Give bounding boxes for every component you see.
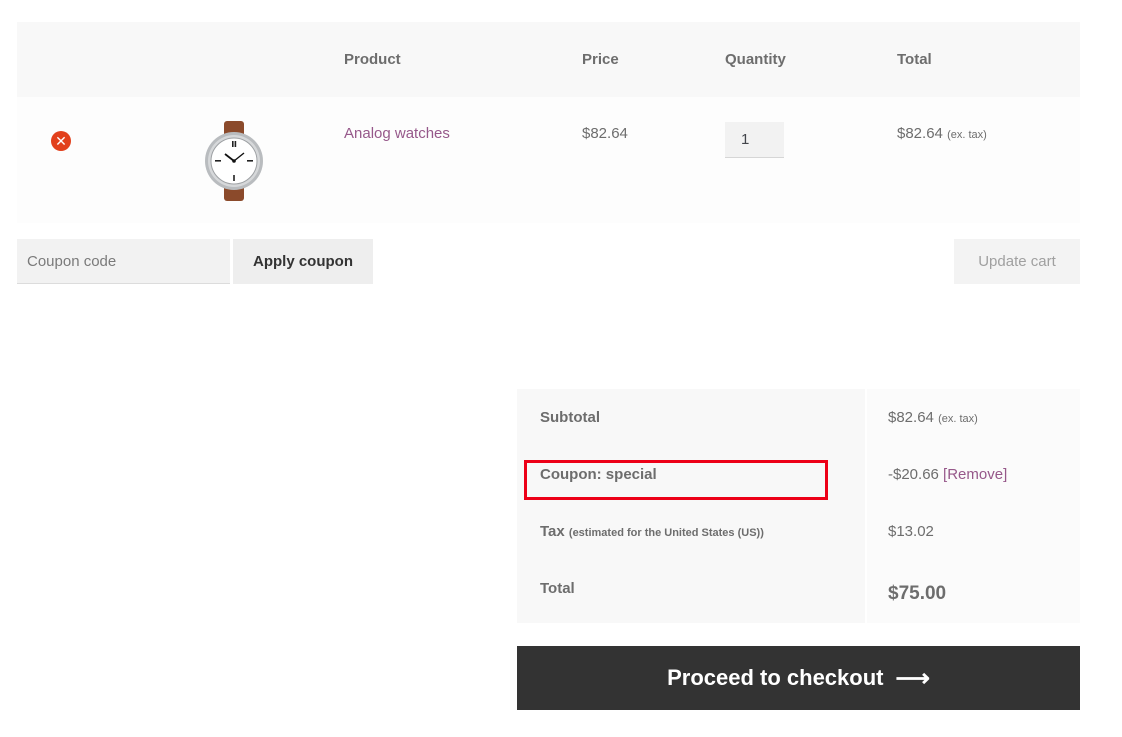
column-header-total: Total (897, 51, 932, 68)
subtotal-row: Subtotal $82.64 (ex. tax) (517, 389, 1080, 446)
coupon-label: Coupon: special (517, 446, 865, 503)
coupon-value-cell: -$20.66 [Remove] (867, 446, 1080, 503)
column-header-price: Price (582, 51, 619, 68)
remove-coupon-link[interactable]: [Remove] (943, 466, 1007, 483)
subtotal-label: Subtotal (517, 389, 865, 446)
product-name-link[interactable]: Analog watches (344, 125, 450, 142)
order-total-row: Total $75.00 (517, 560, 1080, 623)
item-line-total: $82.64 (ex. tax) (897, 125, 987, 142)
subtotal-value: $82.64 (888, 409, 934, 426)
tax-label: Tax (540, 523, 565, 540)
remove-item-icon[interactable]: ✕ (51, 131, 71, 151)
arrow-right-icon: ⟶ (895, 664, 930, 692)
product-thumbnail[interactable] (203, 121, 265, 201)
cart-table: Product Price Quantity Total ✕ Analog wa… (17, 22, 1080, 223)
coupon-row: Coupon: special -$20.66 [Remove] (517, 446, 1080, 503)
tax-label-cell: Tax (estimated for the United States (US… (517, 503, 865, 560)
apply-coupon-button[interactable]: Apply coupon (233, 239, 373, 284)
update-cart-button[interactable]: Update cart (954, 239, 1080, 284)
tax-value: $13.02 (867, 503, 1080, 560)
checkout-label: Proceed to checkout (667, 665, 884, 690)
order-total-value-cell: $75.00 (867, 560, 1080, 623)
item-price: $82.64 (582, 125, 628, 142)
subtotal-tax-note: (ex. tax) (938, 413, 978, 425)
cart-table-header: Product Price Quantity Total (17, 22, 1080, 97)
column-header-product: Product (344, 51, 401, 68)
coupon-discount-value: -$20.66 (888, 466, 939, 483)
order-total-label: Total (517, 560, 865, 623)
subtotal-value-cell: $82.64 (ex. tax) (867, 389, 1080, 446)
column-header-quantity: Quantity (725, 51, 786, 68)
line-total-tax-note: (ex. tax) (947, 129, 987, 141)
coupon-code-input[interactable] (17, 239, 230, 284)
cart-item-row: ✕ Analog watches $82.64 $82.64 (17, 97, 1080, 223)
tax-row: Tax (estimated for the United States (US… (517, 503, 1080, 560)
cart-totals: Subtotal $82.64 (ex. tax) Coupon: specia… (517, 389, 1080, 623)
tax-estimate-note: (estimated for the United States (US)) (568, 527, 764, 539)
order-total-value: $75.00 (888, 583, 947, 604)
line-total-value: $82.64 (897, 125, 943, 142)
proceed-to-checkout-button[interactable]: Proceed to checkout ⟶ (517, 646, 1080, 710)
quantity-input[interactable] (725, 122, 784, 158)
